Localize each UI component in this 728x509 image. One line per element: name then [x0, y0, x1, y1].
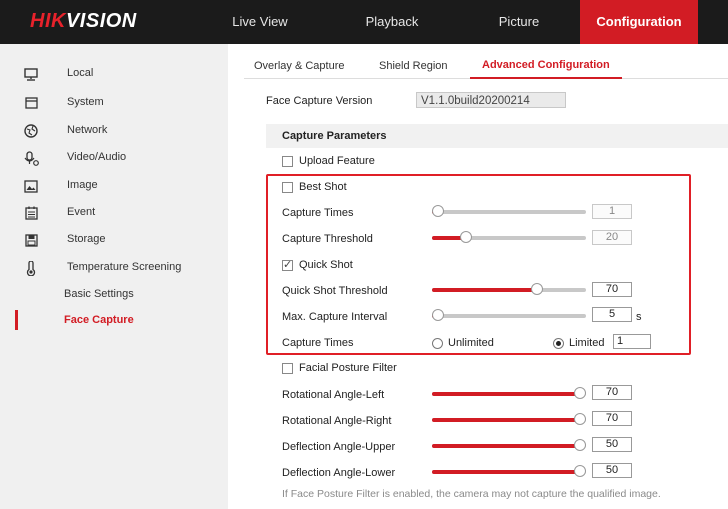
- quick-shot-label: Quick Shot: [299, 259, 353, 271]
- tab-advanced-configuration[interactable]: Advanced Configuration: [482, 59, 610, 71]
- facial-posture-note: If Face Posture Filter is enabled, the c…: [282, 488, 661, 500]
- nav-live-view[interactable]: Live View: [228, 0, 292, 44]
- quick-shot-capture-times-label: Capture Times: [282, 337, 354, 349]
- deflection-angle-upper-value[interactable]: 50: [592, 437, 632, 452]
- quick-shot-checkbox[interactable]: [282, 258, 293, 271]
- sidebar-item-local[interactable]: Local: [0, 61, 228, 87]
- sidebar-item-label: Video/Audio: [67, 151, 127, 163]
- storage-icon: [23, 232, 39, 248]
- quick-shot-threshold-label: Quick Shot Threshold: [282, 285, 388, 297]
- event-icon: [23, 205, 39, 221]
- sidebar-item-basic-settings[interactable]: Basic Settings: [0, 282, 228, 308]
- face-capture-version-field: V1.1.0build20200214: [416, 92, 566, 108]
- capture-threshold-slider[interactable]: [432, 231, 586, 245]
- limited-times-input[interactable]: 1: [613, 334, 651, 349]
- best-shot-checkbox[interactable]: [282, 182, 293, 193]
- max-capture-interval-unit: s: [636, 311, 642, 323]
- thermometer-icon: [23, 260, 39, 276]
- nav-playback[interactable]: Playback: [354, 0, 430, 44]
- capture-times-label: Capture Times: [282, 207, 354, 219]
- nav-picture[interactable]: Picture: [483, 0, 555, 44]
- sidebar-item-label: Local: [67, 67, 94, 79]
- rotational-angle-right-value[interactable]: 70: [592, 411, 632, 426]
- video-audio-icon: [23, 150, 39, 166]
- sidebar-item-label: Storage: [67, 233, 106, 245]
- capture-times-value[interactable]: 1: [592, 204, 632, 219]
- tab-shield-region[interactable]: Shield Region: [379, 60, 448, 72]
- sidebar-item-label: Temperature Screening: [67, 261, 182, 273]
- sidebar-item-label: Face Capture: [64, 314, 134, 326]
- sidebar-item-video-audio[interactable]: Video/Audio: [0, 145, 228, 171]
- facial-posture-filter-label: Facial Posture Filter: [299, 362, 397, 374]
- sidebar-item-face-capture[interactable]: Face Capture: [0, 308, 228, 334]
- system-icon: [23, 95, 39, 111]
- sidebar-item-storage[interactable]: Storage: [0, 227, 228, 253]
- radio-limited[interactable]: [553, 338, 564, 349]
- top-navigation-bar: HIKVISION Live View Playback Picture Con…: [0, 0, 728, 44]
- tab-overlay-capture[interactable]: Overlay & Capture: [254, 60, 344, 72]
- nav-configuration[interactable]: Configuration: [580, 0, 698, 44]
- active-tab-indicator: [470, 77, 622, 79]
- face-capture-version-label: Face Capture Version: [266, 95, 373, 107]
- section-title: Capture Parameters: [282, 130, 387, 142]
- deflection-angle-lower-value[interactable]: 50: [592, 463, 632, 478]
- sidebar-item-network[interactable]: Network: [0, 118, 228, 144]
- max-capture-interval-label: Max. Capture Interval: [282, 311, 388, 323]
- sidebar-item-label: System: [67, 96, 104, 108]
- tab-bar: Overlay & Capture Shield Region Advanced…: [244, 52, 728, 79]
- deflection-angle-lower-slider[interactable]: [432, 465, 586, 479]
- rotational-angle-right-label: Rotational Angle-Right: [282, 415, 392, 427]
- sidebar-item-label: Event: [67, 206, 96, 218]
- sidebar-item-image[interactable]: Image: [0, 173, 228, 199]
- rotational-angle-right-slider[interactable]: [432, 413, 586, 427]
- image-icon: [23, 178, 39, 194]
- quick-shot-threshold-value[interactable]: 70: [592, 282, 632, 297]
- deflection-angle-upper-slider[interactable]: [432, 439, 586, 453]
- sidebar-item-event[interactable]: Event: [0, 200, 228, 226]
- radio-limited-label: Limited: [569, 337, 605, 349]
- sidebar-item-label: Basic Settings: [64, 288, 134, 300]
- capture-times-slider[interactable]: [432, 205, 586, 219]
- rotational-angle-left-value[interactable]: 70: [592, 385, 632, 400]
- deflection-angle-upper-label: Deflection Angle-Upper: [282, 441, 396, 453]
- rotational-angle-left-slider[interactable]: [432, 387, 586, 401]
- network-icon: [23, 123, 39, 139]
- sidebar: Local System Network Video/Audio Image E…: [0, 44, 228, 509]
- sidebar-item-system[interactable]: System: [0, 90, 228, 116]
- sidebar-item-label: Image: [67, 179, 98, 191]
- upload-feature-checkbox[interactable]: [282, 156, 293, 167]
- rotational-angle-left-label: Rotational Angle-Left: [282, 389, 385, 401]
- upload-feature-label: Upload Feature: [299, 155, 375, 167]
- capture-threshold-value[interactable]: 20: [592, 230, 632, 245]
- max-capture-interval-value[interactable]: 5: [592, 307, 632, 322]
- sidebar-item-label: Network: [67, 124, 108, 136]
- radio-unlimited[interactable]: [432, 338, 443, 349]
- best-shot-label: Best Shot: [299, 181, 347, 193]
- monitor-icon: [23, 66, 39, 82]
- quick-shot-threshold-slider[interactable]: [432, 283, 586, 297]
- sidebar-item-temperature-screening[interactable]: Temperature Screening: [0, 255, 228, 281]
- hikvision-logo: HIKVISION: [30, 10, 137, 32]
- deflection-angle-lower-label: Deflection Angle-Lower: [282, 467, 396, 479]
- max-capture-interval-slider[interactable]: [432, 309, 586, 323]
- radio-unlimited-label: Unlimited: [448, 337, 494, 349]
- capture-threshold-label: Capture Threshold: [282, 233, 373, 245]
- facial-posture-filter-checkbox[interactable]: [282, 363, 293, 374]
